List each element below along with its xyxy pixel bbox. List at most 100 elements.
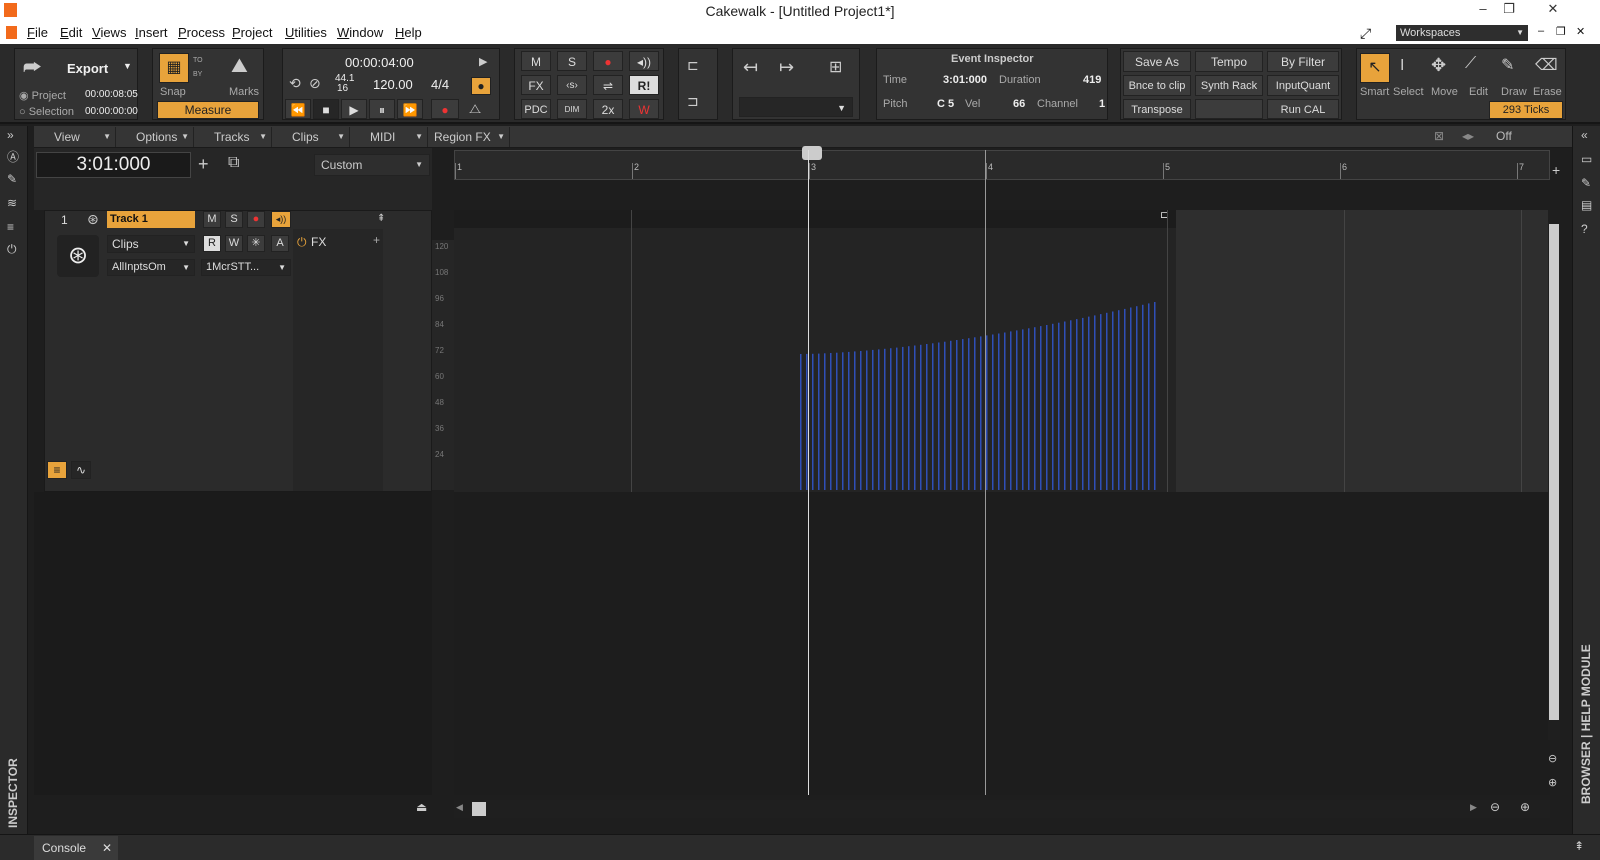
menu-help[interactable]: Help — [395, 25, 422, 40]
browser-media-icon[interactable]: ▭ — [1581, 152, 1592, 166]
midi-note-bar[interactable] — [950, 340, 952, 490]
midi-note-bar[interactable] — [824, 353, 826, 490]
mix-solo-button[interactable]: S — [557, 51, 587, 71]
menu-insert[interactable]: Insert — [135, 25, 168, 40]
play-button[interactable]: ▶ — [341, 99, 367, 119]
expand-console-icon[interactable]: ⇞ — [1574, 839, 1584, 853]
zoom-out-icon[interactable]: ⊖ — [1490, 800, 1500, 814]
dim-button[interactable]: DIM — [557, 99, 587, 119]
expand-icon[interactable]: ⤢ — [1360, 25, 1371, 42]
track-output-dropdown[interactable]: 1McrSTT... ▼ — [201, 259, 291, 276]
menu-edit[interactable]: Edit — [60, 25, 82, 40]
midi-note-bar[interactable] — [962, 339, 964, 490]
midi-note-bar[interactable] — [926, 344, 928, 490]
mix-record-button[interactable]: ● — [593, 51, 623, 71]
midi-note-bar[interactable] — [866, 350, 868, 491]
midi-note-bar[interactable] — [1106, 312, 1108, 490]
midi-note-bar[interactable] — [980, 336, 982, 490]
midi-note-bar[interactable] — [1082, 317, 1084, 490]
record-button[interactable]: ● — [431, 99, 459, 119]
midi-note-bar[interactable] — [1028, 328, 1030, 490]
vzoom-in-icon[interactable]: ⊕ — [1548, 776, 1557, 789]
midi-note-bar[interactable] — [1148, 303, 1150, 490]
menu-utilities[interactable]: Utilities — [285, 25, 327, 40]
strip-icon-a[interactable]: Ⓐ — [7, 148, 19, 165]
track-input-dropdown[interactable]: AllInptsOm ▼ — [107, 259, 195, 276]
marker-out-icon[interactable]: ⊐ — [687, 93, 699, 110]
pause-button[interactable]: ⏸ — [369, 99, 395, 119]
add-marker-icon[interactable]: ⊞ — [829, 57, 842, 77]
track-view-preset-dropdown[interactable]: Custom ▼ — [314, 154, 430, 176]
loop-start-icon[interactable]: ↤ — [743, 57, 758, 78]
transpose-button[interactable]: Transpose — [1123, 99, 1191, 119]
event-duration-value[interactable]: 419 — [1083, 74, 1101, 86]
loop-end-icon[interactable]: ↦ — [779, 57, 794, 78]
horizontal-scrollbar[interactable]: ◀ ▶ ⊖ ⊕ — [454, 800, 1550, 818]
strip-power-icon[interactable]: ⏻ — [7, 242, 17, 257]
midi-note-bar[interactable] — [818, 353, 820, 490]
midi-note-bar[interactable] — [1154, 302, 1156, 490]
midi-note-bar[interactable] — [1046, 325, 1048, 490]
midi-note-bar[interactable] — [1112, 311, 1114, 491]
automation-lane-icon[interactable]: ∿ — [71, 461, 91, 479]
midi-note-bar[interactable] — [920, 344, 922, 490]
vertical-scrollbar[interactable] — [1548, 210, 1560, 740]
midi-note-bar[interactable] — [1064, 321, 1066, 491]
browser-plugins-icon[interactable]: ✎ — [1581, 176, 1591, 190]
midi-note-bar[interactable] — [1052, 323, 1054, 490]
strip-list-icon[interactable]: ≡ — [7, 220, 14, 234]
bounce-to-clip-button[interactable]: Bnce to clip — [1123, 75, 1191, 96]
archive-button[interactable]: A — [271, 235, 289, 252]
midi-note-bar[interactable] — [1016, 330, 1018, 490]
midi-note-bar[interactable] — [1124, 308, 1126, 490]
midi-note-bar[interactable] — [890, 348, 892, 490]
browser-help-tab[interactable]: BROWSER | HELP MODULE — [1579, 644, 1593, 804]
record-mode-button[interactable]: ● — [471, 77, 491, 95]
clips-lane-icon[interactable]: ≡ — [47, 461, 67, 479]
midi-clip-header[interactable] — [454, 210, 1176, 228]
midi-note-bar[interactable] — [1076, 319, 1078, 490]
strip-pen-icon[interactable]: ✎ — [7, 172, 17, 186]
punch-icon[interactable]: ⊘ — [309, 75, 321, 92]
project-radio[interactable]: ◉ Project — [19, 89, 66, 102]
menu-process[interactable]: Process — [178, 25, 225, 40]
transport-time[interactable]: 00:00:04:00 — [345, 55, 414, 70]
midi-note-bar[interactable] — [1004, 332, 1006, 491]
midi-note-bar[interactable] — [1058, 322, 1060, 490]
browser-notes-icon[interactable]: ▤ — [1581, 198, 1592, 212]
automation-read-button[interactable]: R — [203, 235, 221, 252]
view-mode-icon[interactable]: ⊠ — [1434, 129, 1444, 143]
add-ruler-icon[interactable]: + — [1552, 162, 1560, 178]
loop-icon[interactable]: ⟲ — [289, 75, 301, 92]
auto-scroll-icon[interactable]: ◂▸ — [1462, 129, 1474, 143]
marker-in-icon[interactable]: ⊏ — [687, 57, 699, 74]
options-menu[interactable]: Options ▼ — [116, 127, 194, 147]
add-fx-icon[interactable]: + — [373, 233, 380, 247]
midi-note-bar[interactable] — [1142, 304, 1144, 490]
export-icon[interactable]: ⮫ — [23, 57, 42, 80]
midi-note-bar[interactable] — [902, 346, 904, 490]
midi-note-bar[interactable] — [992, 334, 994, 491]
automation-write-button[interactable]: W — [225, 235, 243, 252]
scroll-right-icon[interactable]: ▶ — [1470, 802, 1477, 813]
erase-tool-icon[interactable]: ⌫ — [1535, 55, 1558, 75]
event-pitch-value[interactable]: C 5 — [937, 98, 954, 110]
play-small-icon[interactable]: ▶ — [479, 55, 487, 68]
fast-forward-button[interactable]: ⏩ — [397, 99, 423, 119]
smart-tool-icon[interactable]: ↖ — [1360, 53, 1390, 83]
view-menu[interactable]: View ▼ — [34, 127, 116, 147]
midi-note-bar[interactable] — [1034, 327, 1036, 490]
track-pane-eject-icon[interactable]: ⏏ — [416, 800, 427, 814]
menu-file[interactable]: File — [27, 25, 48, 40]
now-marker-handle[interactable] — [802, 146, 822, 160]
track-mute-button[interactable]: M — [203, 211, 221, 228]
minimize-button[interactable]: – — [1470, 1, 1496, 21]
midi-note-bar[interactable] — [1070, 320, 1072, 490]
event-time-value[interactable]: 3:01:000 — [943, 74, 987, 86]
edit-tool-icon[interactable]: ⟋ — [1465, 55, 1476, 73]
expand-inspector-icon[interactable]: » — [7, 128, 14, 142]
snap-grid-icon[interactable]: ▦ — [159, 53, 189, 83]
mix-automation-icon[interactable]: ⇌ — [593, 75, 623, 95]
track-arm-button[interactable]: ● — [247, 211, 265, 228]
help-icon[interactable]: ? — [1581, 222, 1588, 236]
